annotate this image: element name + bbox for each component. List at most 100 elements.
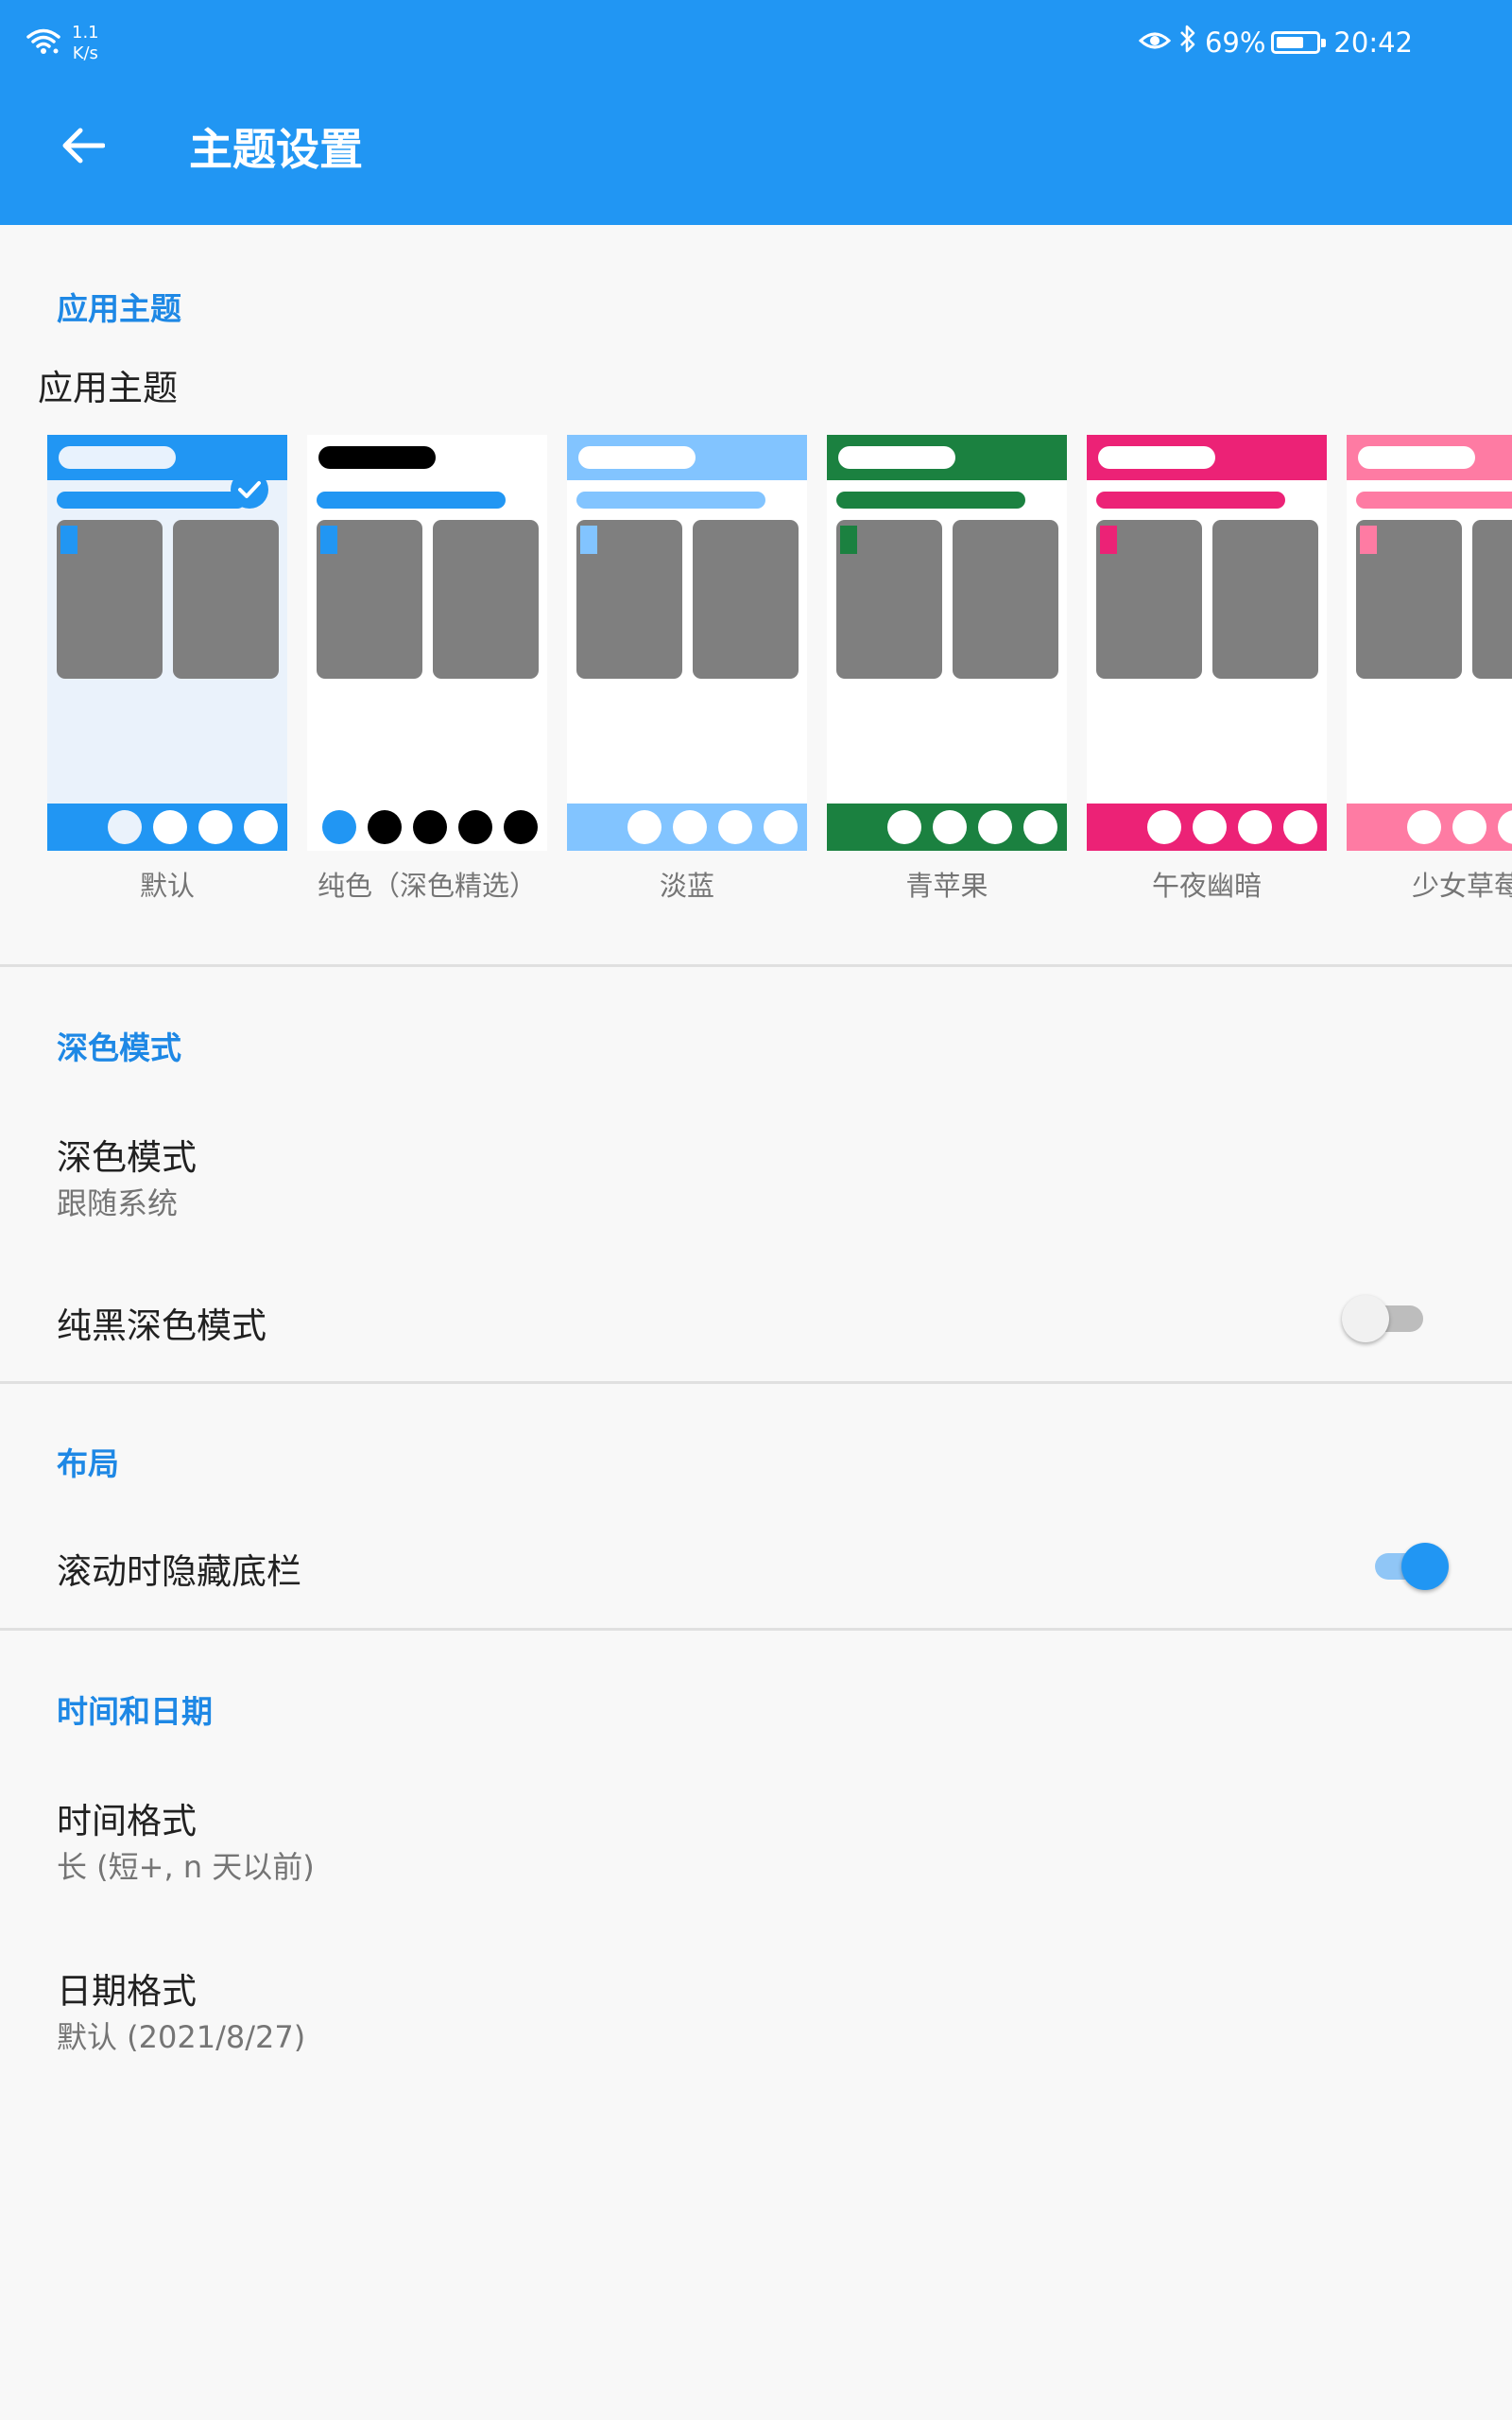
hide-bottom-bar-title: 滚动时隐藏底栏 bbox=[57, 1551, 301, 1592]
preview-nav-dot bbox=[887, 810, 921, 844]
hide-bottom-bar-switch[interactable] bbox=[1366, 1543, 1451, 1590]
preview-accent-mark bbox=[1360, 526, 1377, 554]
preview-bottom-bar bbox=[47, 804, 287, 851]
status-time: 20:42 bbox=[1333, 26, 1413, 59]
time-format-title: 时间格式 bbox=[57, 1801, 197, 1841]
preview-nav-dot bbox=[153, 810, 187, 844]
preview-accent-mark bbox=[320, 526, 337, 554]
section-header-layout: 布局 bbox=[57, 1445, 119, 1482]
preview-bottom-bar bbox=[567, 804, 807, 851]
preview-nav-dot bbox=[1407, 810, 1441, 844]
preview-bottom-bar bbox=[307, 804, 547, 851]
switch-thumb bbox=[1342, 1295, 1389, 1342]
preview-nav-dot bbox=[673, 810, 707, 844]
battery-charging-icon bbox=[1271, 30, 1327, 54]
preview-tab-bar bbox=[1096, 492, 1285, 509]
preview-title-pill bbox=[59, 446, 176, 469]
theme-label: 默认 bbox=[139, 870, 195, 902]
theme-option[interactable]: 默认 bbox=[47, 435, 287, 904]
eye-icon bbox=[1138, 26, 1172, 59]
theme-option[interactable]: 淡蓝 bbox=[567, 435, 807, 904]
theme-preview-card bbox=[567, 435, 807, 851]
preview-tab-bar bbox=[317, 492, 506, 509]
preview-content-block bbox=[173, 520, 279, 679]
hide-bottom-bar-setting[interactable]: 滚动时隐藏底栏 bbox=[0, 1522, 1512, 1626]
preview-title-pill bbox=[838, 446, 955, 469]
preview-content-block bbox=[1212, 520, 1318, 679]
preview-nav-dot bbox=[1238, 810, 1272, 844]
time-format-setting[interactable]: 时间格式 长 (短+, n 天以前) bbox=[0, 1770, 1512, 1893]
preview-content-block bbox=[953, 520, 1058, 679]
pure-black-switch[interactable] bbox=[1342, 1295, 1427, 1342]
preview-title-pill bbox=[318, 446, 436, 469]
date-format-setting[interactable]: 日期格式 默认 (2021/8/27) bbox=[0, 1940, 1512, 2063]
preview-nav-dot bbox=[108, 810, 142, 844]
pure-black-title: 纯黑深色模式 bbox=[57, 1305, 266, 1346]
theme-option[interactable]: 纯色（深色精选） bbox=[307, 435, 547, 904]
app-theme-title: 应用主题 bbox=[38, 368, 178, 408]
status-right: 69% 20:42 bbox=[1138, 25, 1413, 60]
preview-title-pill bbox=[1358, 446, 1475, 469]
theme-list: 默认 纯色（深色精选） 淡蓝 青苹果 午夜幽暗 少女草莓 bbox=[47, 435, 1512, 908]
time-format-value: 长 (短+, n 天以前) bbox=[57, 1849, 315, 1885]
theme-label: 淡蓝 bbox=[659, 870, 714, 902]
date-format-value: 默认 (2021/8/27) bbox=[57, 2019, 306, 2055]
theme-preview-card bbox=[47, 435, 287, 851]
check-icon bbox=[231, 471, 268, 509]
divider bbox=[0, 964, 1512, 967]
preview-nav-dot bbox=[1023, 810, 1057, 844]
preview-accent-mark bbox=[840, 526, 857, 554]
bluetooth-icon bbox=[1178, 25, 1197, 60]
app-bar: 1.1 K/s 69% 20:42 主题设置 bbox=[0, 0, 1512, 225]
preview-nav-dot bbox=[1452, 810, 1486, 844]
pure-black-setting[interactable]: 纯黑深色模式 bbox=[0, 1276, 1512, 1380]
preview-tab-bar bbox=[57, 492, 246, 509]
theme-label: 午夜幽暗 bbox=[1151, 870, 1262, 902]
theme-preview-card bbox=[827, 435, 1067, 851]
theme-option[interactable]: 午夜幽暗 bbox=[1087, 435, 1327, 904]
page-title: 主题设置 bbox=[189, 124, 363, 175]
preview-nav-dot bbox=[413, 810, 447, 844]
preview-nav-dot bbox=[368, 810, 402, 844]
preview-nav-dot bbox=[933, 810, 967, 844]
theme-preview-card bbox=[1087, 435, 1327, 851]
preview-tab-bar bbox=[836, 492, 1025, 509]
section-header-app-theme: 应用主题 bbox=[57, 290, 181, 327]
preview-bottom-bar bbox=[827, 804, 1067, 851]
preview-title-pill bbox=[578, 446, 696, 469]
preview-bottom-bar bbox=[1087, 804, 1327, 851]
theme-preview-card bbox=[307, 435, 547, 851]
divider bbox=[0, 1381, 1512, 1384]
preview-nav-dot bbox=[198, 810, 232, 844]
preview-nav-dot bbox=[627, 810, 662, 844]
net-speed-unit: K/s bbox=[72, 43, 98, 63]
status-left: 1.1 K/s bbox=[26, 23, 99, 64]
theme-label: 少女草莓 bbox=[1411, 870, 1512, 902]
preview-nav-dot bbox=[764, 810, 798, 844]
date-format-title: 日期格式 bbox=[57, 1971, 197, 2012]
switch-thumb bbox=[1401, 1543, 1449, 1590]
preview-nav-dot bbox=[978, 810, 1012, 844]
net-speed-value: 1.1 bbox=[72, 23, 99, 43]
theme-label: 纯色（深色精选） bbox=[317, 870, 537, 902]
section-header-time-date: 时间和日期 bbox=[57, 1693, 213, 1730]
preview-nav-dot bbox=[1193, 810, 1227, 844]
wifi-icon bbox=[26, 27, 60, 60]
preview-content-block bbox=[433, 520, 539, 679]
theme-option[interactable]: 少女草莓 bbox=[1347, 435, 1512, 904]
preview-title-pill bbox=[1098, 446, 1215, 469]
preview-content-block bbox=[1472, 520, 1512, 679]
net-speed: 1.1 K/s bbox=[72, 23, 99, 64]
preview-nav-dot bbox=[1147, 810, 1181, 844]
dark-mode-title: 深色模式 bbox=[57, 1137, 197, 1178]
preview-content-block bbox=[693, 520, 799, 679]
dark-mode-setting[interactable]: 深色模式 跟随系统 bbox=[0, 1106, 1512, 1229]
preview-nav-dot bbox=[504, 810, 538, 844]
preview-bottom-bar bbox=[1347, 804, 1512, 851]
preview-nav-dot bbox=[244, 810, 278, 844]
theme-option[interactable]: 青苹果 bbox=[827, 435, 1067, 904]
preview-tab-bar bbox=[1356, 492, 1512, 509]
back-button[interactable] bbox=[55, 119, 112, 176]
divider bbox=[0, 1628, 1512, 1631]
theme-label: 青苹果 bbox=[905, 870, 988, 902]
